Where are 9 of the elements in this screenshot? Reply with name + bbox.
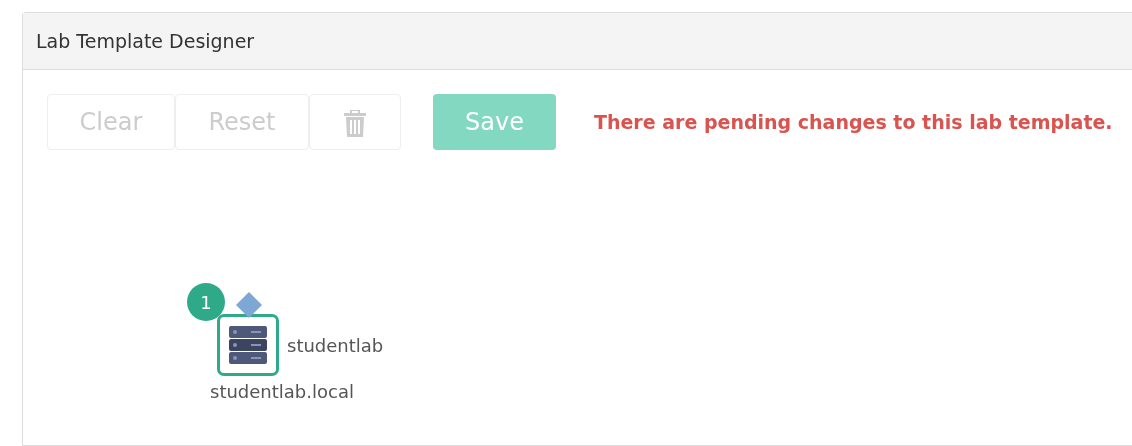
trash-icon	[344, 109, 366, 137]
server-node[interactable]	[217, 314, 279, 376]
connector-handle[interactable]	[236, 292, 262, 318]
node-name: studentlab	[287, 334, 384, 358]
panel-title: Lab Template Designer	[23, 13, 1132, 70]
node-hostname: studentlab.local	[210, 380, 354, 404]
node-number-badge: 1	[187, 283, 225, 321]
server-icon	[229, 326, 267, 364]
pending-changes-message: There are pending changes to this lab template.	[594, 109, 1113, 135]
